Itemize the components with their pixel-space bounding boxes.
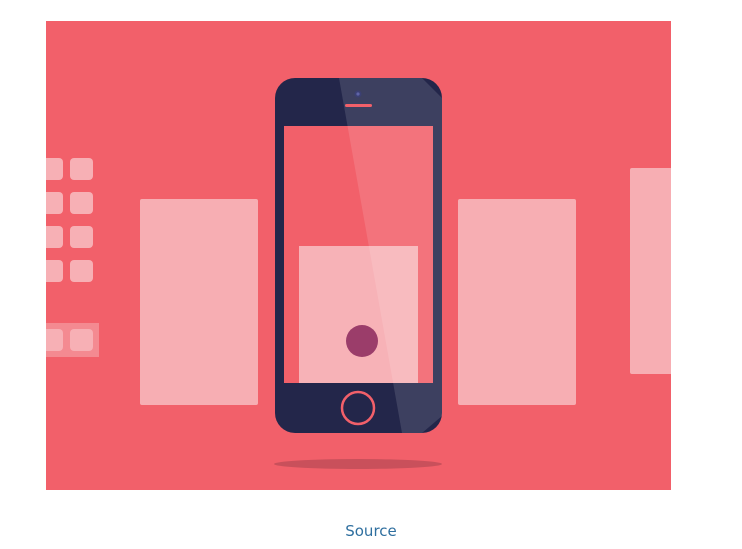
phone — [275, 78, 442, 433]
app-dock — [46, 323, 99, 357]
page: Source — [0, 0, 742, 549]
source-link[interactable]: Source — [0, 522, 742, 540]
left-card — [140, 199, 258, 405]
phone-swipe-illustration — [46, 21, 671, 490]
right-card — [458, 199, 576, 405]
phone-shadow — [274, 459, 442, 469]
touch-dot — [346, 325, 378, 357]
far-right-card — [630, 168, 671, 374]
speaker-icon — [345, 104, 372, 107]
